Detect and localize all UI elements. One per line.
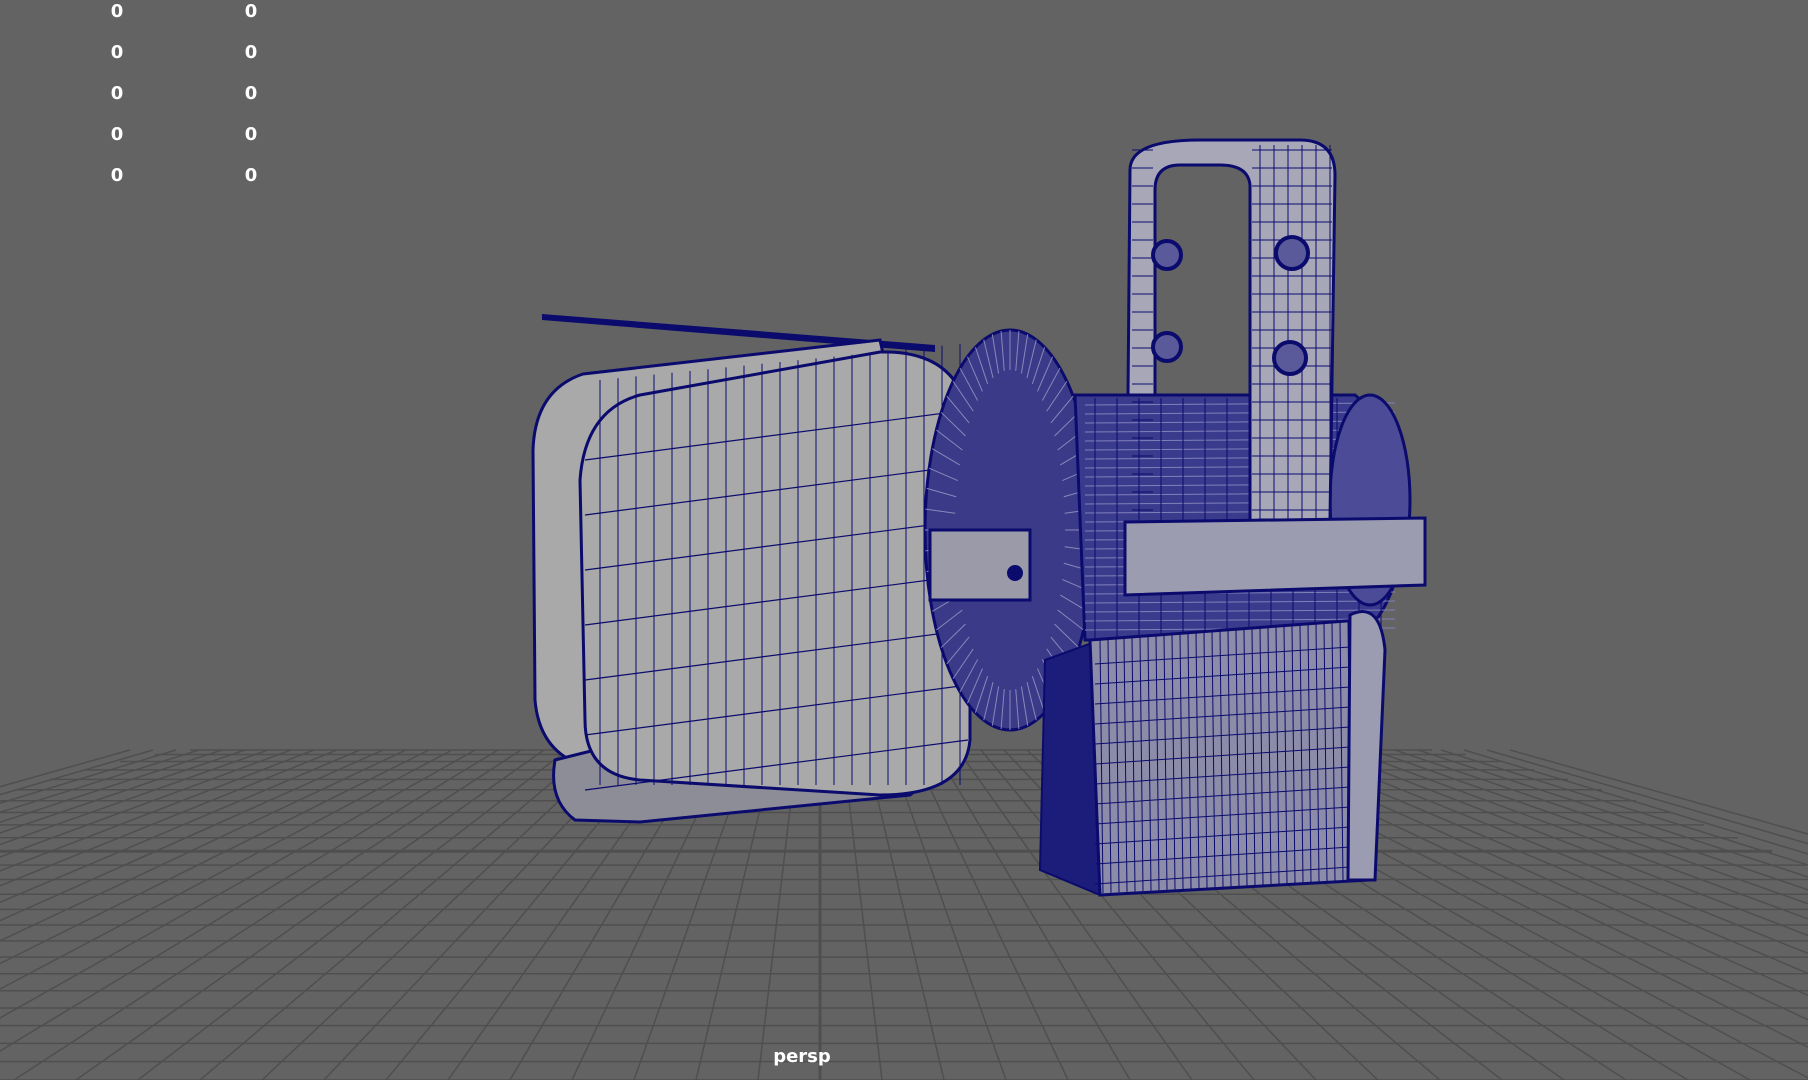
hud-value: 0 — [244, 124, 258, 145]
grid-line — [888, 749, 1007, 1080]
base-leg — [1346, 610, 1387, 882]
maya-viewport-persp[interactable]: 0 0 0 0 0 0 0 0 0 0 persp — [0, 0, 1808, 1080]
grid-line — [1417, 749, 1808, 878]
grid-line — [1348, 749, 1808, 920]
hud-value: 0 — [244, 165, 258, 186]
grid-line — [137, 749, 568, 1080]
grid-line — [0, 749, 499, 1052]
grid-line — [75, 749, 545, 1080]
grid-line — [0, 749, 131, 788]
camera-name-label: persp — [773, 1046, 831, 1067]
hud-value: 0 — [244, 83, 258, 104]
yoke-hole — [1272, 340, 1308, 376]
hud-value: 0 — [244, 42, 258, 63]
yoke-hole — [1151, 331, 1183, 363]
ground-grid — [0, 749, 1808, 1080]
spotlight-model-wireframe[interactable] — [531, 138, 1427, 897]
latch-bolt — [1007, 565, 1023, 581]
hud-value: 0 — [110, 165, 124, 186]
grid-line — [13, 749, 522, 1080]
hud-value: 0 — [110, 83, 124, 104]
yoke-hole — [1151, 239, 1183, 271]
hud-value: 0 — [244, 1, 258, 22]
grid-line — [0, 749, 384, 922]
hud-value: 0 — [110, 1, 124, 22]
grid-line — [0, 749, 338, 887]
hud-value: 0 — [110, 124, 124, 145]
body-band — [1123, 516, 1427, 597]
grid-line — [0, 749, 246, 834]
grid-line — [1486, 749, 1808, 845]
grid-line — [199, 749, 591, 1080]
grid-line — [0, 749, 177, 804]
hud-value: 0 — [110, 42, 124, 63]
grid-line — [0, 749, 154, 796]
viewport-scene[interactable] — [0, 0, 1808, 1080]
yoke-hole — [1274, 235, 1310, 271]
